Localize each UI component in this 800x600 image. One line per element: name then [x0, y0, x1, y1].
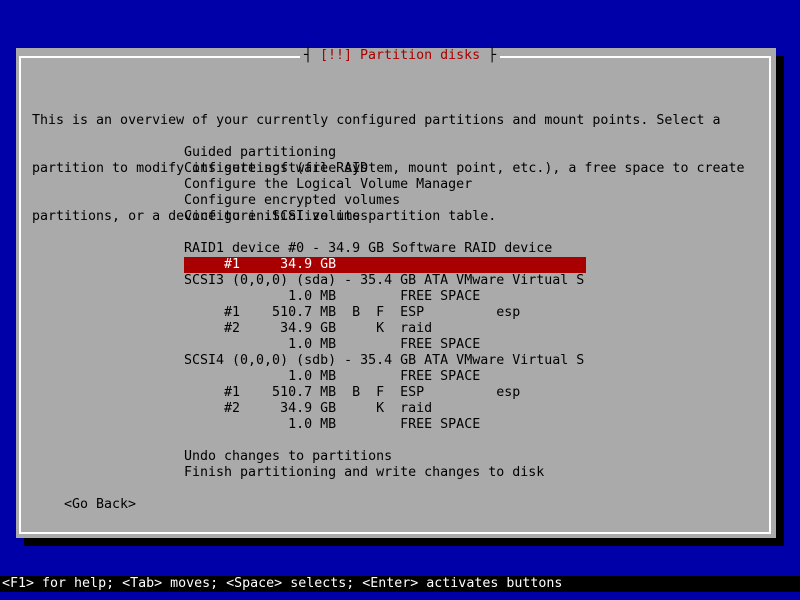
partition-raid1-1-selected[interactable]: #1 34.9 GB — [184, 257, 586, 273]
sda-free-space-2[interactable]: 1.0 MB FREE SPACE — [184, 337, 586, 353]
sda-free-space-1[interactable]: 1.0 MB FREE SPACE — [184, 289, 586, 305]
title-right-bracket: ├ — [480, 48, 497, 63]
device-sdb[interactable]: SCSI4 (0,0,0) (sdb) - 35.4 GB ATA VMware… — [184, 353, 586, 369]
menu-item-configure-encrypted-volumes[interactable]: Configure encrypted volumes — [184, 193, 586, 209]
title-left-bracket: ┤ — [304, 48, 321, 63]
menu-spacer — [184, 433, 586, 449]
menu-item-undo-changes[interactable]: Undo changes to partitions — [184, 449, 586, 465]
menu-spacer — [184, 225, 586, 241]
sdb-free-space-2[interactable]: 1.0 MB FREE SPACE — [184, 417, 586, 433]
dialog-title-text: [!!] Partition disks — [320, 48, 481, 63]
device-sda[interactable]: SCSI3 (0,0,0) (sda) - 35.4 GB ATA VMware… — [184, 273, 586, 289]
go-back-button[interactable]: <Go Back> — [64, 497, 136, 513]
menu-item-configure-lvm[interactable]: Configure the Logical Volume Manager — [184, 177, 586, 193]
partition-menu: Guided partitioning Configure software R… — [184, 145, 586, 481]
intro-line: This is an overview of your currently co… — [32, 113, 721, 128]
device-raid1-md0[interactable]: RAID1 device #0 - 34.9 GB Software RAID … — [184, 241, 586, 257]
menu-item-guided-partitioning[interactable]: Guided partitioning — [184, 145, 586, 161]
menu-item-configure-iscsi-volumes[interactable]: Configure iSCSI volumes — [184, 209, 586, 225]
installer-screen: ┤ [!!] Partition disks ├ This is an over… — [0, 0, 800, 600]
partition-disks-dialog: ┤ [!!] Partition disks ├ This is an over… — [16, 48, 776, 538]
dialog-title: ┤ [!!] Partition disks ├ — [300, 48, 501, 64]
sdb-free-space-1[interactable]: 1.0 MB FREE SPACE — [184, 369, 586, 385]
sda-partition-2[interactable]: #2 34.9 GB K raid — [184, 321, 586, 337]
sdb-partition-2[interactable]: #2 34.9 GB K raid — [184, 401, 586, 417]
menu-item-finish-partitioning[interactable]: Finish partitioning and write changes to… — [184, 465, 586, 481]
menu-item-configure-software-raid[interactable]: Configure software RAID — [184, 161, 586, 177]
sda-partition-1[interactable]: #1 510.7 MB B F ESP esp — [184, 305, 586, 321]
help-bar: <F1> for help; <Tab> moves; <Space> sele… — [0, 576, 800, 592]
sdb-partition-1[interactable]: #1 510.7 MB B F ESP esp — [184, 385, 586, 401]
